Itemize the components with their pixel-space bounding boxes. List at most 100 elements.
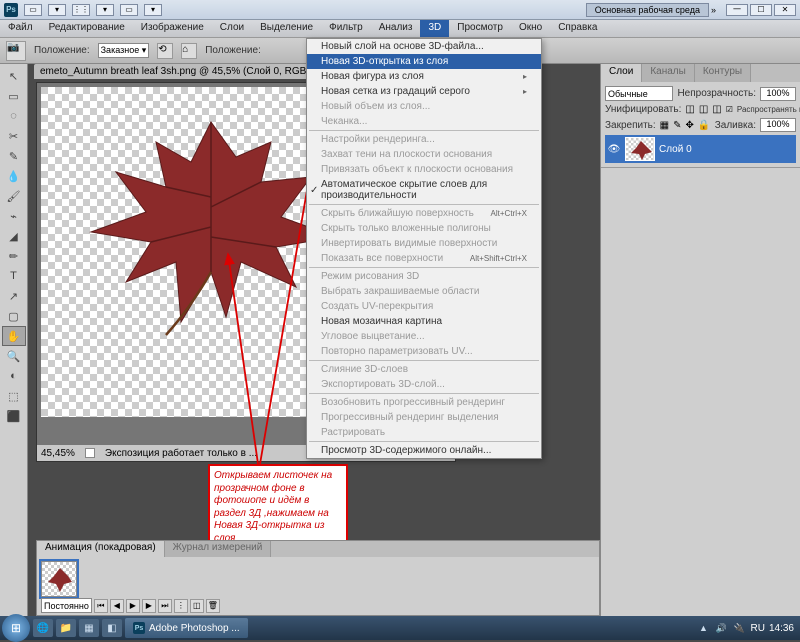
prev-frame-button[interactable]: ◀ — [110, 599, 124, 613]
next-frame-button[interactable]: ▶ — [142, 599, 156, 613]
menu-item[interactable]: ✓Автоматическое скрытие слоев для произв… — [307, 177, 541, 203]
opacity-input[interactable]: 100% — [760, 87, 796, 101]
menu-bar: ФайлРедактированиеИзображениеСлоиВыделен… — [0, 20, 800, 38]
tool-8[interactable]: ◢ — [2, 226, 26, 246]
tb-btn[interactable]: ▾ — [48, 4, 66, 16]
tray-lang[interactable]: RU — [751, 623, 765, 634]
opt-icon[interactable]: ⌂ — [181, 43, 197, 59]
menu-анализ[interactable]: Анализ — [371, 20, 421, 37]
tool-11[interactable]: ↗ — [2, 286, 26, 306]
unify-icon[interactable]: ◫ — [685, 104, 694, 115]
tool-1[interactable]: ▭ — [2, 86, 26, 106]
lock-icon[interactable]: 🔒 — [698, 120, 710, 131]
menu-фильтр[interactable]: Фильтр — [321, 20, 371, 37]
zoom-level[interactable]: 45,45% — [41, 448, 75, 459]
menu-выделение[interactable]: Выделение — [252, 20, 321, 37]
taskbar-icon[interactable]: 📁 — [56, 619, 76, 637]
tool-17[interactable]: ⬛ — [2, 406, 26, 426]
menu-item[interactable]: Новая мозаичная картина — [307, 314, 541, 329]
minimize-button[interactable]: 一 — [726, 4, 748, 16]
tray-icon[interactable]: ▲ — [697, 621, 711, 635]
last-frame-button[interactable]: ⏭ — [158, 599, 172, 613]
taskbar-icon[interactable]: 🌐 — [33, 619, 53, 637]
maximize-button[interactable]: ☐ — [750, 4, 772, 16]
opt-icon[interactable]: ⟲ — [157, 43, 173, 59]
menu-item: Экспортировать 3D-слой... — [307, 377, 541, 392]
tool-preset-icon[interactable]: 📷 — [6, 41, 26, 61]
menu-item[interactable]: Новая 3D-открытка из слоя — [307, 54, 541, 69]
play-button[interactable]: ▶ — [126, 599, 140, 613]
tool-2[interactable]: ◌ — [2, 106, 26, 126]
tool-9[interactable]: ✏ — [2, 246, 26, 266]
menu-item: Угловое выцветание... — [307, 329, 541, 344]
tb-btn[interactable]: ▭ — [24, 4, 42, 16]
tb-btn[interactable]: ▾ — [144, 4, 162, 16]
lock-icon[interactable]: ▦ — [660, 120, 669, 131]
tab-measurement[interactable]: Журнал измерений — [165, 541, 272, 557]
menu-item: Возобновить прогрессивный рендеринг — [307, 395, 541, 410]
menu-редактирование[interactable]: Редактирование — [41, 20, 133, 37]
tab-layers[interactable]: Слои — [601, 64, 642, 82]
taskbar-icon[interactable]: ◧ — [102, 619, 122, 637]
document-tab[interactable]: emeto_Autumn breath leaf 3sh.png @ 45,5%… — [34, 64, 340, 79]
menu-item[interactable]: Просмотр 3D-содержимого онлайн... — [307, 443, 541, 458]
menu-файл[interactable]: Файл — [0, 20, 41, 37]
menu-изображение[interactable]: Изображение — [133, 20, 212, 37]
tab-paths[interactable]: Контуры — [695, 64, 751, 82]
tool-14[interactable]: 🔍 — [2, 346, 26, 366]
tool-6[interactable]: 🖌 — [2, 186, 26, 206]
layer-row[interactable]: 👁 Слой 0 — [605, 135, 796, 163]
blend-mode-select[interactable]: Обычные — [605, 86, 673, 101]
tween-button[interactable]: ⋮ — [174, 599, 188, 613]
menu-item[interactable]: Новый слой на основе 3D-файла... — [307, 39, 541, 54]
first-frame-button[interactable]: ⏮ — [94, 599, 108, 613]
animation-frame[interactable]: 0 сек. — [41, 561, 77, 597]
lock-icon[interactable]: ✥ — [686, 120, 694, 131]
tb-btn[interactable]: ▾ — [96, 4, 114, 16]
tab-channels[interactable]: Каналы — [642, 64, 695, 82]
taskbar-icon[interactable]: ▦ — [79, 619, 99, 637]
tab-animation[interactable]: Анимация (покадровая) — [37, 541, 165, 557]
unify-icon[interactable]: ◫ — [699, 104, 708, 115]
document-title: emeto_Autumn breath leaf 3sh.png @ 45,5%… — [40, 66, 318, 77]
position2-label: Положение: — [205, 45, 261, 56]
menu-справка[interactable]: Справка — [550, 20, 605, 37]
tool-0[interactable]: ↖ — [2, 66, 26, 86]
toolbox: ↖▭◌✂✎💧🖌⌁◢✏T↗▢✋🔍◐⬚⬛ — [0, 64, 28, 616]
tool-12[interactable]: ▢ — [2, 306, 26, 326]
tray-icon[interactable]: 🔌 — [733, 621, 747, 635]
loop-select[interactable]: Постоянно — [41, 598, 92, 613]
tool-13[interactable]: ✋ — [2, 326, 26, 346]
menu-item[interactable]: Новая фигура из слоя▸ — [307, 69, 541, 84]
tool-10[interactable]: T — [2, 266, 26, 286]
tray-icon[interactable]: 🔊 — [715, 621, 729, 635]
tb-btn[interactable]: ⋮⋮ — [72, 4, 90, 16]
menu-окно[interactable]: Окно — [511, 20, 550, 37]
tool-7[interactable]: ⌁ — [2, 206, 26, 226]
status-text: Экспозиция работает только в ... — [105, 448, 257, 459]
menu-слои[interactable]: Слои — [212, 20, 252, 37]
tool-4[interactable]: ✎ — [2, 146, 26, 166]
tool-3[interactable]: ✂ — [2, 126, 26, 146]
delete-frame-button[interactable]: 🗑 — [206, 599, 220, 613]
panel-tabs: Слои Каналы Контуры — [601, 64, 800, 82]
tool-16[interactable]: ⬚ — [2, 386, 26, 406]
tool-5[interactable]: 💧 — [2, 166, 26, 186]
start-button[interactable]: ⊞ — [2, 614, 30, 642]
visibility-icon[interactable]: 👁 — [607, 142, 621, 156]
taskbar-app-photoshop[interactable]: Ps Adobe Photoshop ... — [125, 618, 248, 638]
new-frame-button[interactable]: ◫ — [190, 599, 204, 613]
menu-просмотр[interactable]: Просмотр — [449, 20, 511, 37]
lock-icon[interactable]: ✎ — [673, 120, 681, 131]
fill-input[interactable]: 100% — [760, 118, 796, 132]
tool-15[interactable]: ◐ — [2, 366, 26, 386]
close-button[interactable]: ✕ — [774, 4, 796, 16]
unify-icon[interactable]: ◫ — [712, 104, 721, 115]
workspace-selector[interactable]: Основная рабочая среда — [586, 3, 709, 17]
position-select[interactable]: Заказное ▾ — [98, 43, 150, 58]
menu-3d[interactable]: 3D — [420, 20, 449, 37]
menu-item[interactable]: Новая сетка из градаций серого▸ — [307, 84, 541, 99]
fill-label: Заливка: — [715, 120, 756, 131]
tb-btn[interactable]: ▭ — [120, 4, 138, 16]
position-label: Положение: — [34, 45, 90, 56]
